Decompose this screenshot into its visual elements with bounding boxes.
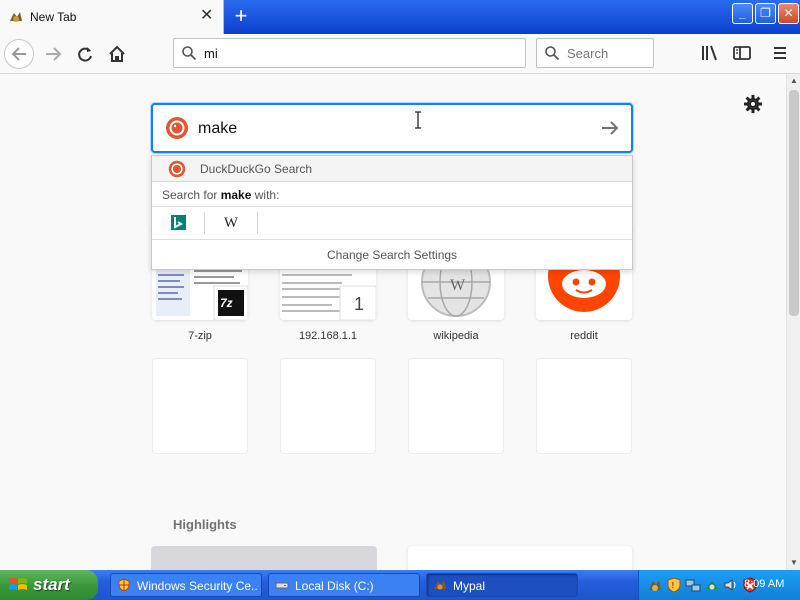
tray-app-icon[interactable] (647, 577, 663, 593)
url-bar[interactable] (173, 38, 526, 68)
default-engine-label: DuckDuckGo Search (200, 162, 313, 176)
duckduckgo-icon (168, 160, 186, 178)
search-icon (182, 46, 197, 61)
top-site-label: wikipedia (433, 330, 479, 342)
page-search-box[interactable] (151, 103, 633, 153)
text-cursor-icon (415, 111, 421, 129)
start-button[interactable]: start (0, 570, 98, 600)
wikipedia-engine-button[interactable]: W (205, 208, 257, 238)
scroll-down-arrow-icon[interactable]: ▼ (787, 556, 800, 570)
scrollbar-thumb[interactable] (789, 90, 799, 316)
back-arrow-icon (11, 47, 26, 61)
scroll-up-arrow-icon[interactable]: ▲ (787, 74, 800, 88)
search-bar[interactable] (536, 38, 654, 68)
forward-button[interactable] (38, 39, 68, 69)
disk-drive-icon (275, 582, 289, 589)
top-site-label: 192.168.1.1 (298, 330, 358, 342)
taskbar: start Windows Security Ce... Local Disk … (0, 570, 800, 600)
windows-logo-icon (9, 578, 27, 590)
empty-site-slot[interactable] (408, 358, 504, 454)
mypal-icon (10, 12, 22, 22)
top-site-label: 7-zip (188, 330, 212, 342)
reload-icon (78, 47, 92, 62)
taskbar-item-label: Windows Security Ce... (137, 579, 257, 593)
network-icon[interactable] (685, 577, 701, 593)
tab-new-tab[interactable]: New Tab ✕ (0, 0, 224, 34)
clock[interactable]: 8:09 AM (744, 578, 784, 590)
minimize-button[interactable]: _ (732, 3, 753, 24)
search-icon (545, 46, 560, 61)
mypal-icon (434, 580, 446, 590)
top-site-label: reddit (570, 330, 598, 342)
close-window-button[interactable]: ✕ (778, 3, 799, 24)
navigation-toolbar (0, 34, 800, 74)
site-badge: 7z (220, 296, 233, 310)
empty-site-slot[interactable] (536, 358, 632, 454)
taskbar-item-label: Mypal (453, 579, 486, 593)
shield-icon (118, 578, 130, 592)
taskbar-item-local-disk[interactable]: Local Disk (C:) (268, 573, 420, 597)
divider (152, 206, 632, 207)
search-term: make (220, 188, 252, 202)
svg-text:W: W (450, 277, 466, 294)
search-for-prefix: Search for (162, 188, 218, 202)
empty-site-slot[interactable] (152, 358, 248, 454)
maximize-button[interactable]: ❐ (755, 3, 776, 24)
start-label: start (33, 575, 70, 594)
bing-icon (171, 215, 186, 230)
gear-icon[interactable] (743, 94, 763, 114)
screen: New Tab ✕ + _ ❐ ✕ mi Search 7z 7-zip 1 1… (0, 0, 800, 600)
duckduckgo-icon (166, 117, 188, 139)
taskbar-item-mypal[interactable]: Mypal (426, 573, 578, 597)
sidebar-icon[interactable] (730, 41, 754, 65)
reload-button[interactable] (70, 39, 100, 69)
search-suggestions-dropdown: DuckDuckGo Search Search for make with: … (151, 155, 633, 270)
security-shield-icon[interactable]: ! (666, 577, 682, 593)
go-arrow-icon[interactable] (597, 115, 623, 141)
home-button[interactable] (102, 39, 132, 69)
taskbar-item-label: Local Disk (C:) (295, 579, 374, 593)
svg-text:!: ! (672, 581, 675, 590)
title-bar: New Tab ✕ + _ ❐ ✕ (0, 0, 800, 34)
search-for-suffix: with: (254, 188, 280, 202)
tab-close-icon[interactable]: ✕ (200, 8, 213, 24)
taskbar-item-security-center[interactable]: Windows Security Ce... (110, 573, 262, 597)
wikipedia-icon: W (223, 215, 239, 231)
vertical-scrollbar[interactable]: ▲ ▼ (786, 74, 800, 570)
search-bar-input[interactable] (567, 44, 649, 62)
home-icon (109, 45, 125, 62)
change-search-settings-button[interactable]: Change Search Settings (152, 240, 632, 270)
highlights-heading: Highlights (173, 517, 237, 532)
hardware-icon[interactable] (704, 577, 720, 593)
library-icon[interactable] (698, 41, 722, 65)
tab-title: New Tab (30, 10, 77, 24)
new-tab-button[interactable]: + (228, 5, 254, 29)
forward-arrow-icon (46, 47, 62, 61)
back-button[interactable] (4, 39, 34, 69)
url-input[interactable] (204, 44, 514, 62)
volume-icon[interactable] (723, 577, 739, 593)
search-for-label: Search for make with: (162, 188, 279, 202)
site-badge: 1 (354, 294, 365, 314)
new-tab-page: 7z 7-zip 1 192.168.1.1 W wikipedia reddi… (0, 74, 786, 576)
bing-engine-button[interactable] (152, 208, 204, 238)
default-engine-row[interactable]: DuckDuckGo Search (152, 156, 632, 182)
divider (257, 212, 258, 234)
empty-site-slot[interactable] (280, 358, 376, 454)
menu-icon[interactable] (768, 41, 792, 65)
page-search-input[interactable] (198, 119, 578, 139)
